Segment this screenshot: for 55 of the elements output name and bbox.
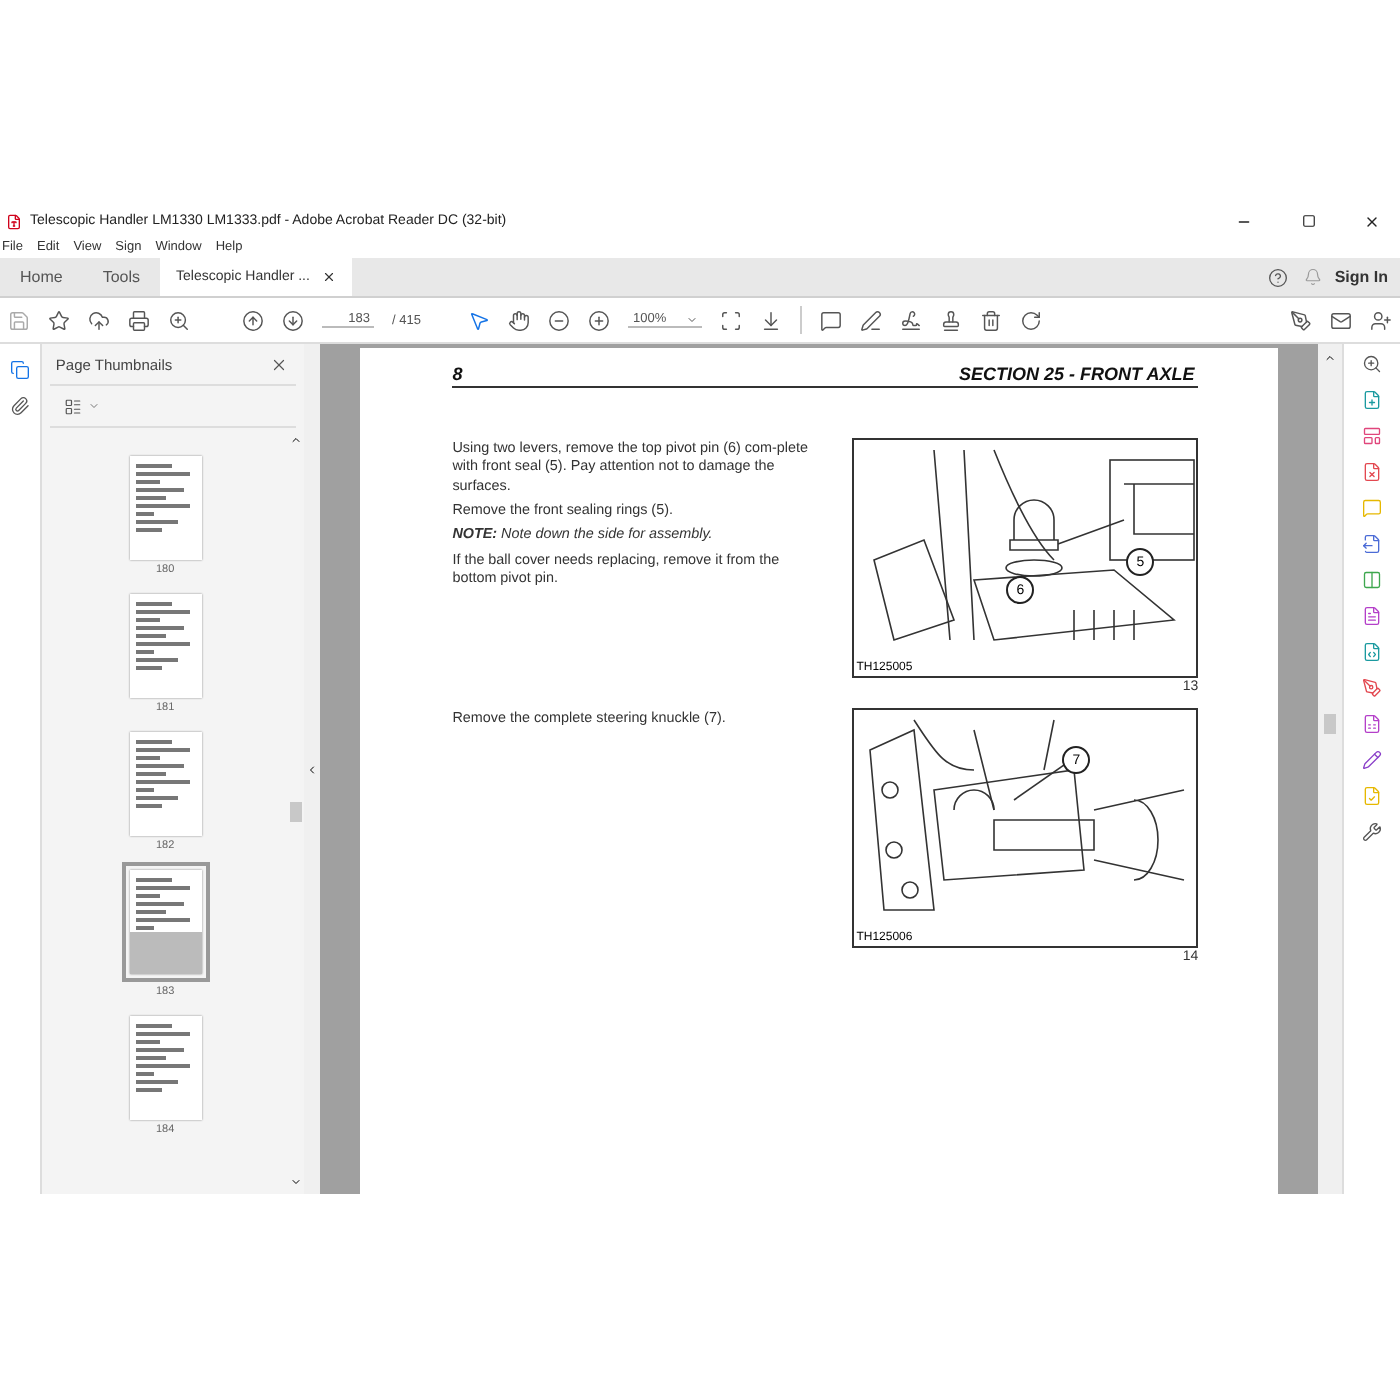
mail-icon[interactable] — [1330, 309, 1352, 331]
print-icon[interactable] — [128, 309, 150, 331]
file-remove-icon[interactable] — [1362, 462, 1383, 482]
pointer-icon[interactable] — [468, 309, 491, 331]
upload-icon[interactable] — [88, 309, 110, 331]
code-file-icon[interactable] — [1362, 642, 1383, 662]
document-icon[interactable] — [1362, 606, 1383, 626]
paperclip-icon[interactable] — [9, 396, 30, 416]
search-icon[interactable] — [168, 309, 190, 331]
wrench-icon[interactable] — [1362, 822, 1383, 842]
sign-in-link[interactable]: Sign In — [1322, 268, 1400, 286]
pages-icon[interactable] — [9, 360, 30, 380]
rotate-icon[interactable] — [1020, 309, 1043, 331]
app-logo-icon — [6, 213, 22, 229]
file-check-icon[interactable] — [1362, 786, 1383, 806]
user-add-icon[interactable] — [1370, 309, 1392, 331]
pen-icon[interactable] — [1362, 678, 1383, 698]
layout-icon[interactable] — [1362, 426, 1383, 446]
close-icon[interactable] — [321, 270, 336, 284]
pencil-icon[interactable] — [1362, 750, 1383, 770]
star-icon[interactable] — [48, 309, 70, 331]
spreadsheet-icon[interactable] — [1362, 714, 1383, 734]
options-icon[interactable] — [63, 397, 82, 415]
fit-page-icon[interactable] — [720, 309, 743, 331]
tab[interactable]: Home — [0, 258, 83, 296]
file-plus-icon[interactable] — [1362, 390, 1383, 410]
hand-icon[interactable] — [508, 309, 531, 331]
stamp-icon[interactable] — [940, 309, 963, 331]
page-thumbnail[interactable] — [129, 594, 202, 698]
page-thumbnail[interactable] — [129, 870, 202, 974]
zoom-icon[interactable] — [1362, 354, 1383, 374]
export-icon[interactable] — [1362, 534, 1383, 554]
scroll-down-icon[interactable] — [290, 1176, 303, 1188]
pen-icon[interactable] — [860, 309, 883, 331]
scroll-icon[interactable] — [760, 309, 783, 331]
page-thumbnail[interactable] — [129, 1016, 202, 1120]
section-heading: SECTION 25 - FRONT AXLE — [959, 364, 1197, 384]
sign-icon[interactable] — [900, 309, 923, 331]
page-thumbnail[interactable] — [129, 732, 202, 836]
scroll-up-icon[interactable] — [290, 434, 303, 446]
page-number: 8 — [452, 364, 463, 384]
sign-pen-icon[interactable] — [1290, 309, 1312, 331]
page-thumbnail[interactable] — [129, 456, 202, 560]
collapse-icon[interactable] — [306, 763, 319, 775]
columns-icon[interactable] — [1362, 570, 1383, 590]
scrollbar[interactable] — [1318, 344, 1343, 1194]
tab[interactable]: Tools — [82, 258, 161, 296]
scroll-up-icon[interactable] — [1324, 352, 1337, 364]
scroll-thumb[interactable] — [1324, 714, 1337, 734]
zoom-out-icon[interactable] — [548, 309, 571, 331]
trash-icon[interactable] — [980, 309, 1003, 331]
scroll-thumb[interactable] — [290, 801, 303, 821]
comment-icon[interactable] — [820, 309, 843, 331]
zoom-in-icon[interactable] — [588, 309, 611, 331]
close-icon[interactable] — [270, 355, 289, 373]
